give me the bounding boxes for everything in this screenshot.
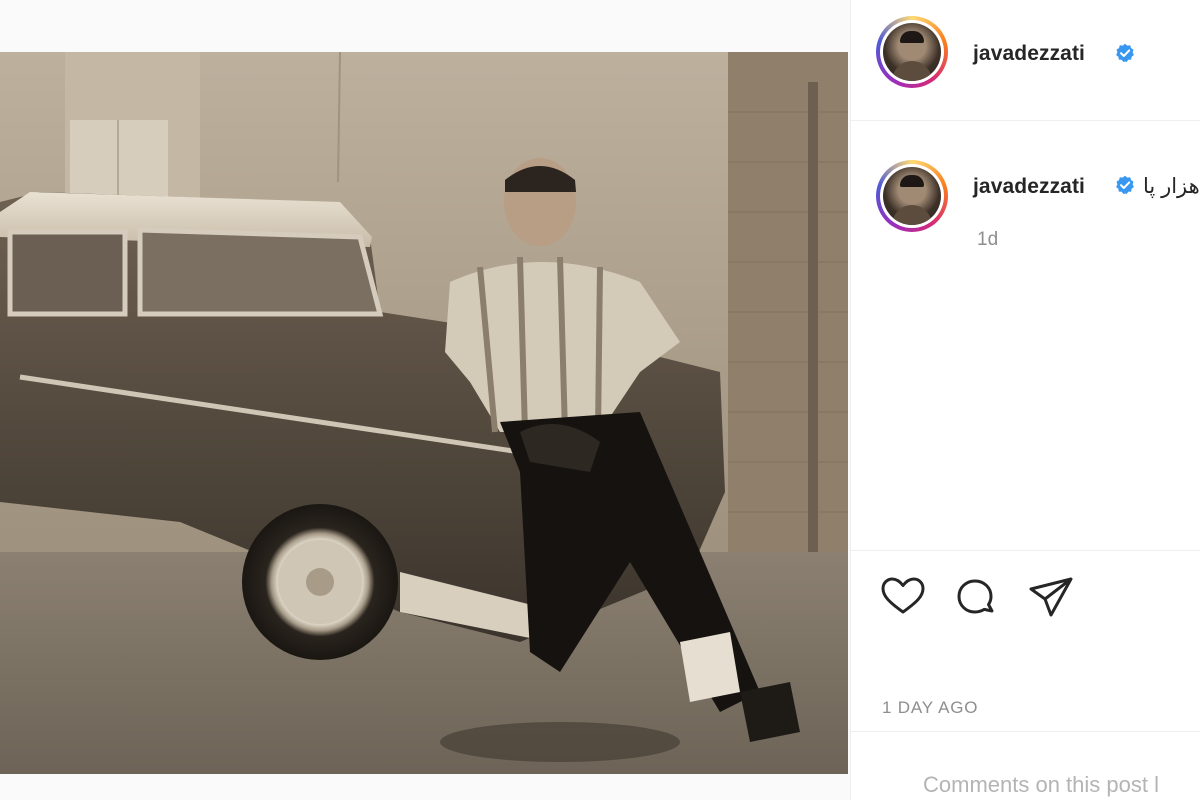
comments-divider bbox=[851, 731, 1200, 732]
verified-badge-icon bbox=[1116, 43, 1134, 63]
heart-icon bbox=[881, 577, 925, 614]
verified-badge-icon bbox=[1116, 175, 1134, 195]
post-photo[interactable] bbox=[0, 52, 848, 774]
media-pane bbox=[0, 0, 850, 800]
caption-author-avatar[interactable] bbox=[876, 160, 948, 232]
caption-username[interactable]: javadezzati bbox=[973, 175, 1085, 199]
post-date[interactable]: 1 DAY AGO bbox=[882, 698, 978, 718]
send-icon bbox=[1029, 577, 1073, 617]
comments-disabled-notice: Comments on this post l bbox=[923, 772, 1159, 797]
actions-divider bbox=[851, 550, 1200, 551]
comment-icon bbox=[957, 579, 994, 614]
caption-text: هزار پا bbox=[1143, 175, 1200, 198]
photo-illustration bbox=[0, 52, 848, 774]
author-avatar[interactable] bbox=[876, 16, 948, 88]
caption-timestamp[interactable]: 1d bbox=[977, 229, 998, 251]
share-button[interactable] bbox=[1027, 573, 1075, 621]
like-button[interactable] bbox=[879, 573, 927, 621]
author-username[interactable]: javadezzati bbox=[973, 42, 1085, 66]
post-sidebar: javadezzati javadezzati هزار پا 1d 1 DAY… bbox=[850, 0, 1200, 800]
profile-photo-icon bbox=[883, 23, 941, 81]
comment-button[interactable] bbox=[951, 573, 999, 621]
profile-photo-icon bbox=[883, 167, 941, 225]
post-header: javadezzati bbox=[851, 0, 1200, 121]
